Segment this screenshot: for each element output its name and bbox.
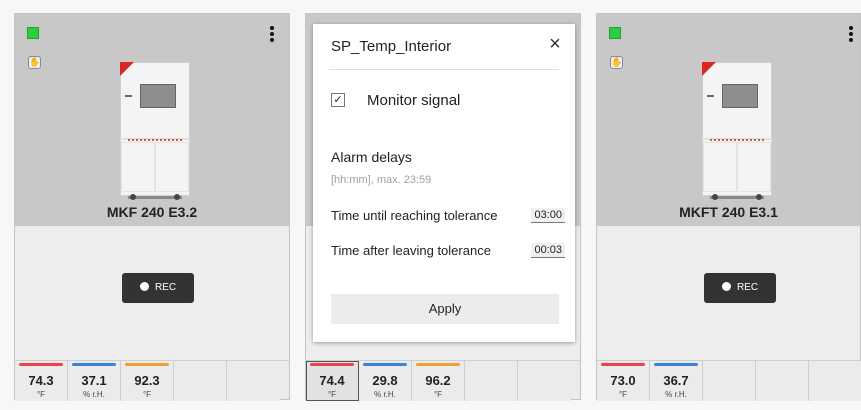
device-card-mkft-240[interactable]: ✋ MKFT 240 E3.1 REC 73.0 °F 36.7% r.H.: [596, 13, 861, 402]
record-dot-icon: [721, 281, 731, 291]
device-title: MKF 240 E3.2: [106, 204, 198, 220]
reaching-tolerance-input[interactable]: 03:00: [531, 208, 565, 223]
signal-tile-empty[interactable]: [227, 361, 280, 401]
leaving-tolerance-input[interactable]: 00:03: [531, 243, 565, 258]
divider: [329, 69, 559, 70]
signal-tile[interactable]: 92.3 °F: [121, 361, 174, 401]
signal-tiles: 73.0 °F 36.7% r.H.: [597, 360, 861, 402]
monitor-signal-checkbox[interactable]: ✓: [331, 93, 345, 107]
signal-tile[interactable]: 37.1% r.H.: [68, 361, 121, 401]
signal-tile-empty[interactable]: [756, 361, 809, 401]
more-options-icon[interactable]: [269, 26, 275, 44]
leaving-tolerance-label: Time after leaving tolerance: [331, 243, 491, 258]
signal-tile[interactable]: 96.2 °F: [412, 361, 465, 401]
signal-tile-empty[interactable]: [465, 361, 518, 401]
chamber-illustration: [120, 62, 190, 200]
signal-tile-empty[interactable]: [809, 361, 861, 401]
device-card-mkf-240[interactable]: ✋ MKF 240 E3.2 REC 74.3 °F 37.1% r.H. 92.…: [14, 13, 290, 402]
signal-tile-empty[interactable]: [518, 361, 571, 401]
signal-tiles: 74.3 °F 37.1% r.H. 92.3 °F: [15, 360, 289, 402]
signal-tile-selected[interactable]: 74.4 °F: [306, 361, 359, 401]
signal-tile[interactable]: 29.8% r.H.: [359, 361, 412, 401]
signal-tile-empty[interactable]: [703, 361, 756, 401]
signal-tile[interactable]: 73.0 °F: [597, 361, 650, 401]
record-button[interactable]: REC: [122, 273, 194, 303]
alarm-delays-hint: [hh:mm], max. 23:59: [331, 174, 432, 186]
signal-tile-empty[interactable]: [174, 361, 227, 401]
signal-tile[interactable]: 74.3 °F: [15, 361, 68, 401]
alarm-delays-heading: Alarm delays: [331, 149, 412, 165]
manual-mode-icon[interactable]: ✋: [610, 56, 623, 69]
device-title: MKFT 240 E3.1: [679, 204, 778, 220]
signal-tiles: 74.4 °F 29.8% r.H. 96.2 °F: [306, 360, 580, 402]
apply-button[interactable]: Apply: [331, 294, 559, 324]
manual-mode-icon[interactable]: ✋: [28, 56, 41, 69]
status-indicator: [609, 27, 621, 39]
reaching-tolerance-label: Time until reaching tolerance: [331, 208, 498, 223]
monitor-signal-label[interactable]: Monitor signal: [367, 92, 460, 109]
popup-title: SP_Temp_Interior: [331, 38, 452, 55]
signal-settings-popup: SP_Temp_Interior × ✓ Monitor signal Alar…: [313, 24, 575, 342]
close-icon[interactable]: ×: [545, 34, 565, 54]
signal-tile[interactable]: 36.7% r.H.: [650, 361, 703, 401]
record-button[interactable]: REC: [704, 273, 776, 303]
more-options-icon[interactable]: [848, 26, 854, 44]
chamber-illustration: [702, 62, 772, 200]
status-indicator: [27, 27, 39, 39]
record-dot-icon: [139, 281, 149, 291]
